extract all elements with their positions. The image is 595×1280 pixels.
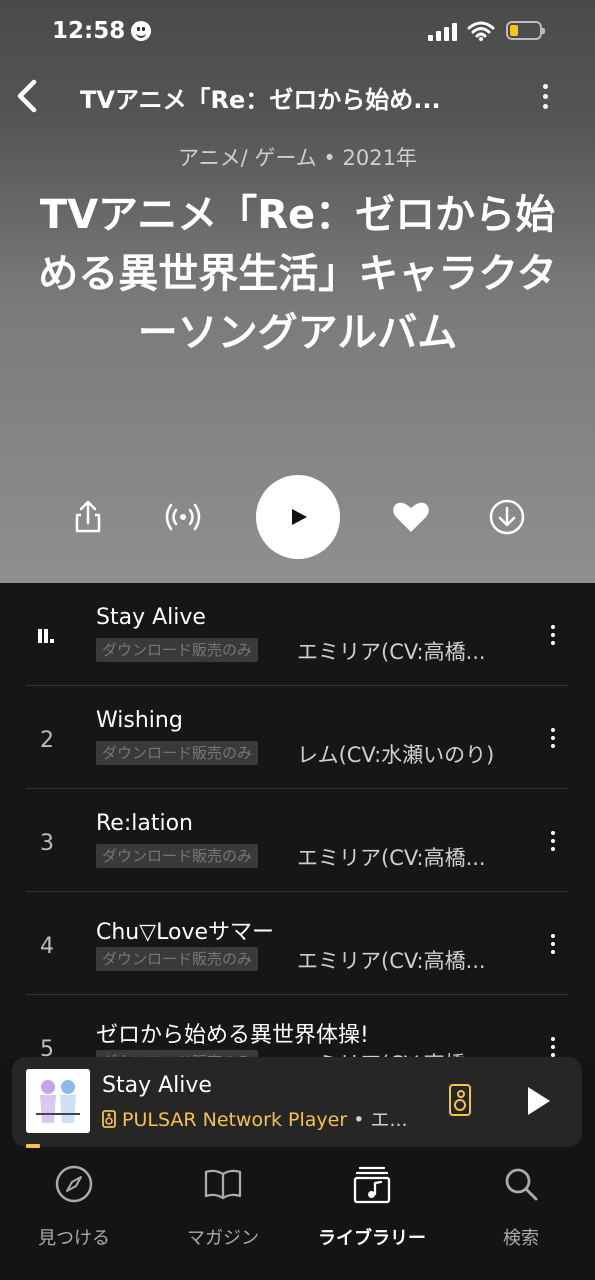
track-more-button[interactable] [541, 930, 565, 958]
nav-label: 見つける [38, 1228, 110, 1249]
track-artist: エミリア(CV:高橋... [297, 846, 486, 870]
download-only-badge: ダウンロード販売のみ [96, 638, 259, 662]
mini-player-subtitle: PULSAR Network Player • エ... [102, 1105, 422, 1132]
album-header-area: 12:58 TVアニメ「Re：ゼロから始め... アニメ/ ゲーム • 2021… [0, 0, 595, 583]
track-row[interactable]: 3 Re:lation ダウンロード販売のみ エミリア(CV:高橋... [0, 789, 595, 892]
mini-play-button[interactable] [528, 1087, 550, 1115]
broadcast-icon[interactable] [161, 495, 205, 539]
smiley-icon [131, 21, 151, 41]
battery-icon [506, 21, 545, 40]
track-row[interactable]: 5 ゼロから始める異世界体操! ダウンロード販売のみ エミリア(CV:高橋... [0, 995, 595, 1058]
track-artist: レム(CV:水瀬いのり) [297, 743, 495, 767]
track-row[interactable]: Stay Alive ダウンロード販売のみ エミリア(CV:高橋... [0, 583, 595, 686]
track-row[interactable]: 4 Chu▽Loveサマー ダウンロード販売のみ エミリア(CV:高橋... [0, 892, 595, 995]
track-artist: エミリア(CV:高橋... [297, 640, 486, 664]
status-bar: 12:58 [0, 0, 595, 64]
compass-icon [55, 1165, 93, 1203]
album-title: TVアニメ「Re：ゼロから始める異世界生活」キャラクターソングアルバム [38, 192, 557, 356]
track-more-button[interactable] [541, 621, 565, 649]
playback-progress [26, 1144, 40, 1148]
speaker-small-icon [102, 1110, 116, 1128]
output-device: PULSAR Network Player [122, 1109, 348, 1131]
more-options-button[interactable] [534, 80, 558, 114]
mini-player[interactable]: Stay Alive PULSAR Network Player • エ... [12, 1057, 582, 1147]
back-button[interactable] [12, 76, 42, 116]
track-list: Stay Alive ダウンロード販売のみ エミリア(CV:高橋... 2 Wi… [0, 583, 595, 1058]
play-icon[interactable] [256, 475, 340, 559]
nav-label: マガジン [187, 1228, 259, 1249]
nav-search[interactable]: 検索 [447, 1164, 595, 1249]
share-icon[interactable] [66, 495, 110, 539]
track-number: 4 [40, 934, 54, 959]
bottom-nav: 見つける マガジン ライブラリー 検索 [0, 1150, 595, 1280]
track-title: Chu▽Loveサマー [96, 920, 275, 945]
header-title: TVアニメ「Re：ゼロから始め... [80, 86, 441, 114]
download-icon[interactable] [485, 495, 529, 539]
wifi-icon [467, 21, 495, 41]
heart-icon[interactable] [389, 495, 433, 539]
nav-label: 検索 [503, 1228, 539, 1249]
track-number: 3 [40, 831, 54, 856]
download-only-badge: ダウンロード販売のみ [96, 741, 259, 765]
track-row[interactable]: 2 Wishing ダウンロード販売のみ レム(CV:水瀬いのり) [0, 686, 595, 789]
mini-player-title: Stay Alive [102, 1073, 212, 1098]
album-art [26, 1069, 90, 1133]
library-icon [353, 1166, 391, 1204]
nav-magazine[interactable]: マガジン [149, 1164, 297, 1249]
nav-library[interactable]: ライブラリー [298, 1164, 446, 1249]
track-title: Re:lation [96, 811, 193, 836]
track-more-button[interactable] [541, 724, 565, 752]
track-number: 2 [40, 728, 54, 753]
now-playing-icon [38, 627, 58, 643]
book-icon [204, 1169, 242, 1200]
track-artist: エミリア(CV:高橋... [297, 949, 486, 973]
search-icon [505, 1168, 538, 1201]
signal-icon [428, 23, 458, 41]
speaker-icon[interactable] [449, 1084, 471, 1116]
track-title: Stay Alive [96, 605, 206, 630]
mini-player-artist: • エ... [347, 1109, 408, 1131]
download-only-badge: ダウンロード販売のみ [96, 947, 259, 971]
album-meta: アニメ/ ゲーム • 2021年 [178, 146, 417, 170]
track-more-button[interactable] [541, 827, 565, 855]
track-title: Wishing [96, 708, 183, 733]
track-title: ゼロから始める異世界体操! [96, 1023, 369, 1048]
status-time: 12:58 [52, 18, 126, 44]
download-only-badge: ダウンロード販売のみ [96, 844, 259, 868]
nav-label: ライブラリー [318, 1228, 426, 1249]
nav-discover[interactable]: 見つける [0, 1164, 148, 1249]
track-more-button[interactable] [541, 1033, 565, 1058]
track-number: 5 [40, 1037, 54, 1058]
